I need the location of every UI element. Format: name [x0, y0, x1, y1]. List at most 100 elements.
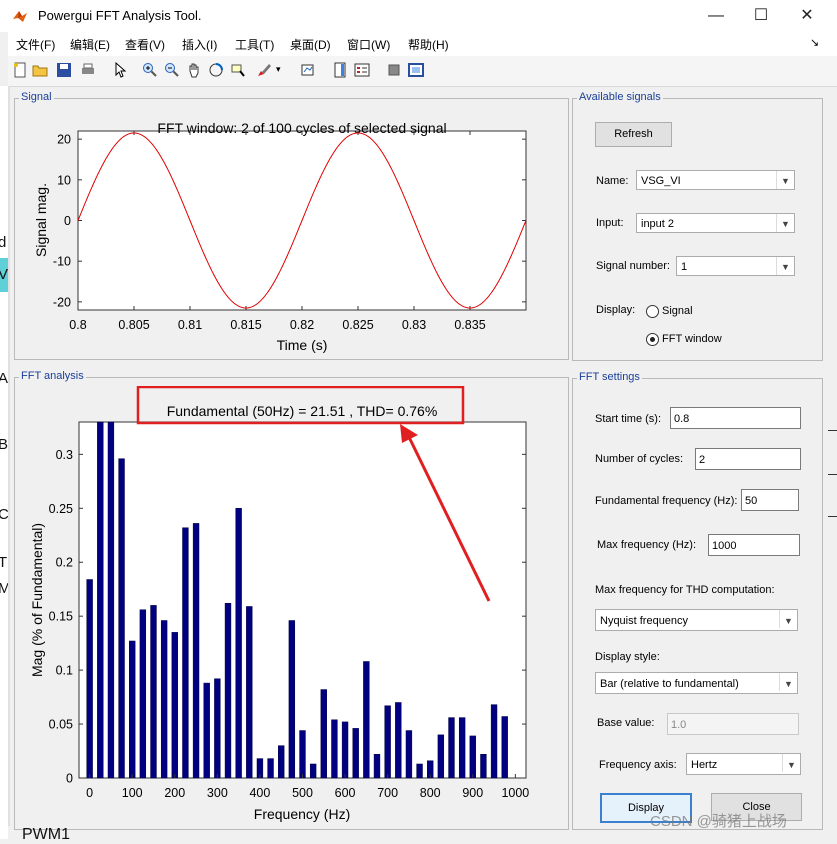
signal-xtick-label: 0.805	[118, 318, 149, 332]
pan-icon[interactable]	[186, 62, 202, 78]
fft-ytick-label: 0.25	[49, 502, 73, 516]
menu-tools[interactable]: 工具(T)	[235, 36, 274, 53]
radio-signal-label[interactable]: Signal	[662, 305, 693, 317]
rotate-3d-icon[interactable]	[208, 62, 224, 78]
zoom-out-icon[interactable]	[164, 62, 180, 78]
background-char: V	[0, 266, 9, 283]
menu-view[interactable]: 查看(V)	[125, 36, 165, 53]
fft-bar	[469, 735, 476, 779]
fft-bar	[224, 602, 232, 779]
signal-ytick-label: 20	[57, 133, 71, 147]
background-char: B	[0, 436, 9, 453]
menu-window[interactable]: 窗口(W)	[347, 36, 390, 53]
menu-help[interactable]: 帮助(H)	[408, 36, 449, 53]
fundamental-frequency-input[interactable]: 50	[741, 489, 799, 511]
display-style-select[interactable]: Bar (relative to fundamental) ▼	[595, 672, 798, 694]
save-icon[interactable]	[56, 62, 72, 78]
hide-plot-tools-icon[interactable]	[386, 62, 402, 78]
background-window-strip: d V A B C T M	[0, 86, 11, 839]
new-figure-icon[interactable]	[12, 62, 28, 78]
fft-bar	[363, 661, 370, 779]
pointer-icon[interactable]	[112, 62, 128, 78]
fft-bar	[182, 527, 189, 779]
background-char: A	[0, 370, 9, 387]
name-label: Name:	[596, 175, 629, 187]
fft-bar	[118, 458, 125, 779]
print-icon[interactable]	[80, 62, 96, 78]
start-time-label: Start time (s):	[595, 413, 662, 425]
matlab-icon	[13, 11, 27, 22]
link-plot-icon[interactable]	[300, 62, 316, 78]
signal-xtick-label: 0.8	[69, 318, 86, 332]
menu-bar: 文件(F) 编辑(E) 查看(V) 插入(I) 工具(T) 桌面(D) 窗口(W…	[8, 32, 837, 56]
frequency-axis-select[interactable]: Hertz ▼	[686, 753, 801, 775]
max-frequency-label: Max frequency (Hz):	[597, 539, 697, 551]
menu-insert[interactable]: 插入(I)	[182, 36, 217, 53]
fft-panel-title: FFT analysis	[19, 370, 86, 382]
cycles-input[interactable]: 2	[695, 448, 801, 470]
open-file-icon[interactable]	[32, 62, 48, 78]
minimize-button[interactable]: —	[693, 0, 739, 32]
fft-bar	[150, 605, 157, 779]
fft-plot: 0 100 200 300 400 500 600 700 800 900 1000 0 0.05 0.1…	[29, 386, 529, 822]
fft-settings-panel: FFT settings Start time (s): 0.8 Number …	[572, 371, 823, 830]
background-block-label: PWM1	[22, 826, 70, 843]
signal-plot: FFT window: 2 of 100 cycles of selected …	[33, 120, 527, 353]
refresh-button[interactable]: Refresh	[595, 122, 672, 147]
fft-bar	[480, 754, 487, 779]
fft-bar	[129, 640, 136, 779]
radio-signal[interactable]	[646, 305, 659, 318]
chevron-down-icon: ▼	[776, 257, 794, 275]
max-frequency-input[interactable]: 1000	[708, 534, 800, 556]
signal-xtick-label: 0.81	[178, 318, 202, 332]
fft-ytick-label: 0.2	[56, 556, 73, 570]
fft-bar	[278, 745, 285, 779]
signal-name-select[interactable]: VSG_VI ▼	[636, 170, 795, 190]
background-line	[828, 430, 837, 431]
signal-ytick-label: 10	[57, 173, 71, 187]
fft-bar	[299, 730, 306, 779]
background-line	[828, 516, 837, 517]
display-label: Display:	[596, 304, 636, 316]
signal-number-value: 1	[681, 261, 688, 273]
maximize-button[interactable]: ☐	[738, 0, 784, 32]
fft-bar	[395, 702, 402, 779]
start-time-input[interactable]: 0.8	[670, 407, 801, 429]
fft-bar	[331, 719, 338, 779]
input-select[interactable]: input 2 ▼	[636, 213, 795, 233]
brush-icon[interactable]	[256, 62, 272, 78]
fft-xtick-label: 800	[420, 786, 441, 800]
chevron-down-icon: ▼	[776, 214, 794, 232]
signal-ytick-label: -10	[53, 255, 71, 269]
thd-frequency-select[interactable]: Nyquist frequency ▼	[595, 609, 798, 631]
chevron-down-icon: ▼	[779, 610, 797, 628]
fft-bar	[416, 763, 423, 779]
close-window-button[interactable]: ✕	[784, 0, 830, 32]
fft-bar	[373, 754, 381, 779]
signal-xtick-label: 0.835	[454, 318, 485, 332]
data-cursor-icon[interactable]	[230, 62, 246, 78]
fft-ytick-label: 0.1	[56, 664, 73, 678]
signal-number-select[interactable]: 1 ▼	[676, 256, 795, 276]
fft-bar	[448, 717, 455, 779]
radio-fft-window[interactable]	[646, 333, 659, 346]
base-value-label: Base value:	[597, 717, 655, 729]
fft-bar	[501, 716, 508, 779]
base-value-input: 1.0	[667, 713, 799, 735]
window-title: Powergui FFT Analysis Tool.	[38, 8, 202, 23]
fft-bar	[160, 620, 168, 779]
menu-desktop[interactable]: 桌面(D)	[290, 36, 331, 53]
colorbar-icon[interactable]	[332, 62, 348, 78]
fft-ylabel: Mag (% of Fundamental)	[29, 523, 45, 677]
fft-xtick-label: 200	[164, 786, 185, 800]
zoom-in-icon[interactable]	[142, 62, 158, 78]
dock-arrow-icon[interactable]: ↘	[810, 36, 819, 49]
radio-fft-window-label[interactable]: FFT window	[662, 333, 722, 345]
legend-icon[interactable]	[354, 62, 370, 78]
signal-xtick-label: 0.83	[402, 318, 426, 332]
brush-dropdown-icon[interactable]: ▾	[276, 64, 292, 80]
background-line	[828, 474, 837, 475]
menu-file[interactable]: 文件(F)	[16, 36, 55, 53]
menu-edit[interactable]: 编辑(E)	[70, 36, 110, 53]
show-plot-tools-icon[interactable]	[408, 62, 424, 78]
